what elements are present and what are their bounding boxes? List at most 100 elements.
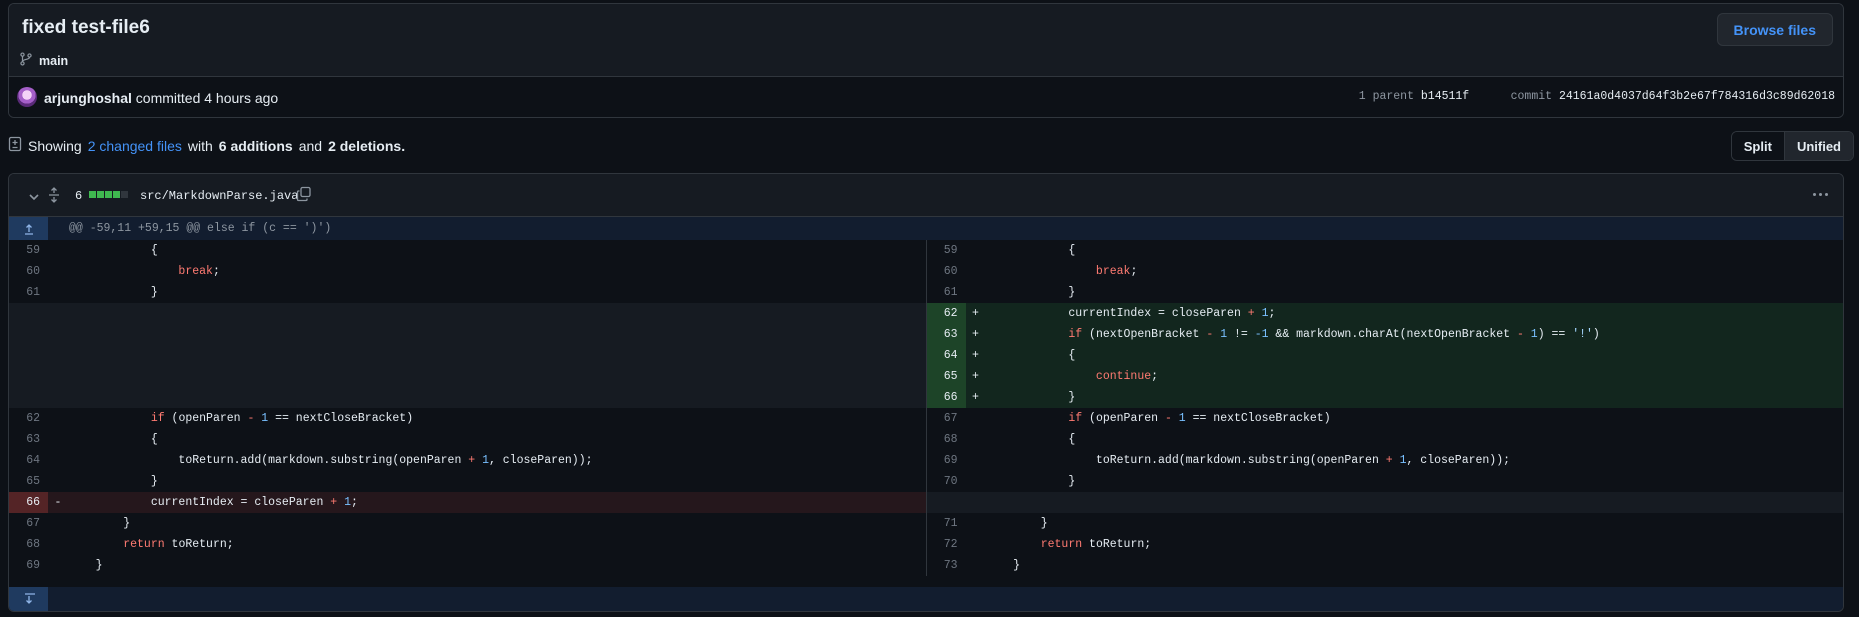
parent-hash-link[interactable]: b14511f — [1421, 90, 1469, 103]
branch-icon — [19, 52, 33, 69]
expand-down-icon[interactable] — [9, 587, 48, 611]
line-number[interactable]: 69 — [9, 555, 48, 576]
unified-view-button[interactable]: Unified — [1783, 132, 1853, 160]
line-number[interactable]: 62 — [926, 303, 966, 324]
line-number[interactable]: 68 — [927, 429, 966, 450]
line-number[interactable]: 63 — [926, 324, 966, 345]
diff-row: 62 + currentIndex = closeParen + 1; — [9, 303, 1843, 324]
line-number[interactable]: 62 — [9, 408, 48, 429]
expand-up-icon[interactable] — [9, 217, 48, 240]
changed-files-link[interactable]: 2 changed files — [88, 138, 182, 154]
code-line: toReturn.add(markdown.substring(openPare… — [68, 454, 593, 467]
diff-marker — [48, 324, 68, 345]
line-number[interactable]: 64 — [926, 345, 966, 366]
left-diff-cell: 67 } — [9, 513, 926, 534]
right-diff-cell: 65 + continue; — [925, 366, 1843, 387]
line-number[interactable]: 66 — [9, 492, 48, 513]
diff-row: 63 {68 { — [9, 429, 1843, 450]
left-diff-cell: 59 { — [9, 240, 926, 261]
right-diff-cell: 60 break; — [925, 261, 1844, 282]
line-number[interactable]: 61 — [927, 282, 966, 303]
diff-marker — [48, 366, 68, 387]
diff-marker — [48, 303, 68, 324]
diff-table: 59 {59 {60 break; 60 break; 61 } 61 } 62 + cu… — [9, 240, 1843, 576]
browse-files-button[interactable]: Browse files — [1716, 13, 1833, 46]
commit-hash: 24161a0d4037d64f3b2e67f784316d3c89d62018 — [1558, 90, 1835, 103]
diff-row: 61 } 61 } — [9, 282, 1843, 303]
left-diff-cell: 66- currentIndex = closeParen + 1; — [9, 492, 926, 513]
line-number[interactable]: 60 — [9, 261, 48, 282]
commit-label: commit — [1510, 90, 1553, 103]
code-line: } — [68, 517, 131, 530]
line-number[interactable]: 71 — [927, 513, 966, 534]
right-diff-cell: 67 if (openParen - 1 == nextCloseBracket… — [925, 408, 1844, 429]
code-line: { — [985, 349, 1076, 362]
line-number[interactable]: 72 — [927, 534, 966, 555]
code-line: break; — [178, 265, 220, 278]
line-number — [9, 324, 48, 345]
file-diff: 6 src/MarkdownParse.java @@ -59,11 +59,1… — [8, 173, 1844, 612]
code-line: } — [985, 475, 1076, 488]
line-number[interactable]: 70 — [927, 471, 966, 492]
diff-marker — [48, 429, 68, 450]
file-path[interactable]: src/MarkdownParse.java — [140, 189, 298, 203]
diff-marker — [48, 450, 68, 471]
code-line: { — [68, 244, 158, 257]
diff-marker — [48, 471, 68, 492]
file-change-count: 6 — [75, 189, 83, 203]
line-number — [9, 387, 48, 408]
diffstat-block — [113, 191, 120, 198]
line-number[interactable]: 66 — [926, 387, 966, 408]
diff-marker — [966, 408, 986, 429]
diffstat-block — [105, 191, 112, 198]
line-number[interactable]: 59 — [9, 240, 48, 261]
diff-marker — [48, 408, 68, 429]
avatar[interactable] — [17, 87, 37, 107]
author-link[interactable]: arjunghoshal — [44, 90, 132, 106]
left-diff-cell — [9, 324, 926, 345]
line-number[interactable]: 65 — [9, 471, 48, 492]
code-line: } — [68, 475, 158, 488]
line-number[interactable]: 68 — [9, 534, 48, 555]
branch-label[interactable]: main — [19, 52, 68, 69]
right-diff-cell: 62 + currentIndex = closeParen + 1; — [925, 303, 1843, 324]
diff-row: 69 } 73 } — [9, 555, 1843, 576]
right-diff-cell: 64 + { — [925, 345, 1843, 366]
split-view-button[interactable]: Split — [1731, 132, 1784, 160]
diff-marker — [966, 555, 986, 576]
code-line: currentIndex = closeParen + 1; — [985, 307, 1276, 320]
diff-summary: Showing 2 changed files with 6 additions… — [8, 136, 405, 155]
diff-row: 67 } 71 } — [9, 513, 1843, 534]
code-line: } — [985, 391, 1076, 404]
line-number[interactable]: 69 — [927, 450, 966, 471]
line-number[interactable]: 64 — [9, 450, 48, 471]
copy-icon[interactable] — [296, 186, 312, 207]
hunk-footer — [9, 587, 1843, 611]
left-diff-cell — [9, 387, 926, 408]
commit-header: fixed test-file6 main Browse files arjun… — [8, 3, 1844, 118]
diff-marker — [966, 513, 986, 534]
line-number[interactable]: 67 — [927, 408, 966, 429]
line-number[interactable]: 73 — [927, 555, 966, 576]
kebab-icon[interactable] — [1813, 193, 1828, 196]
right-diff-cell: 59 { — [925, 240, 1844, 261]
line-number[interactable]: 59 — [927, 240, 966, 261]
line-number[interactable]: 61 — [9, 282, 48, 303]
line-number — [9, 366, 48, 387]
line-number[interactable]: 67 — [9, 513, 48, 534]
chevron-down-icon[interactable] — [28, 190, 40, 208]
line-number[interactable]: 63 — [9, 429, 48, 450]
diff-marker — [48, 345, 68, 366]
left-diff-cell: 64 toReturn.add(markdown.substring(openP… — [9, 450, 926, 471]
code-line: continue; — [1095, 370, 1159, 383]
hunk-header: @@ -59,11 +59,15 @@ else if (c == ')') — [9, 217, 1843, 240]
diff-row: 64 toReturn.add(markdown.substring(openP… — [9, 450, 1843, 471]
expand-icon[interactable] — [47, 187, 61, 208]
code-line: if (openParen - 1 == nextCloseBracket) — [1068, 412, 1331, 425]
diff-marker — [966, 240, 986, 261]
line-number[interactable]: 60 — [927, 261, 966, 282]
file-diff-icon — [8, 136, 22, 155]
line-number[interactable]: 65 — [926, 366, 966, 387]
code-line: { — [68, 433, 158, 446]
diff-row: 62 if (openParen - 1 == nextCloseBracket… — [9, 408, 1843, 429]
